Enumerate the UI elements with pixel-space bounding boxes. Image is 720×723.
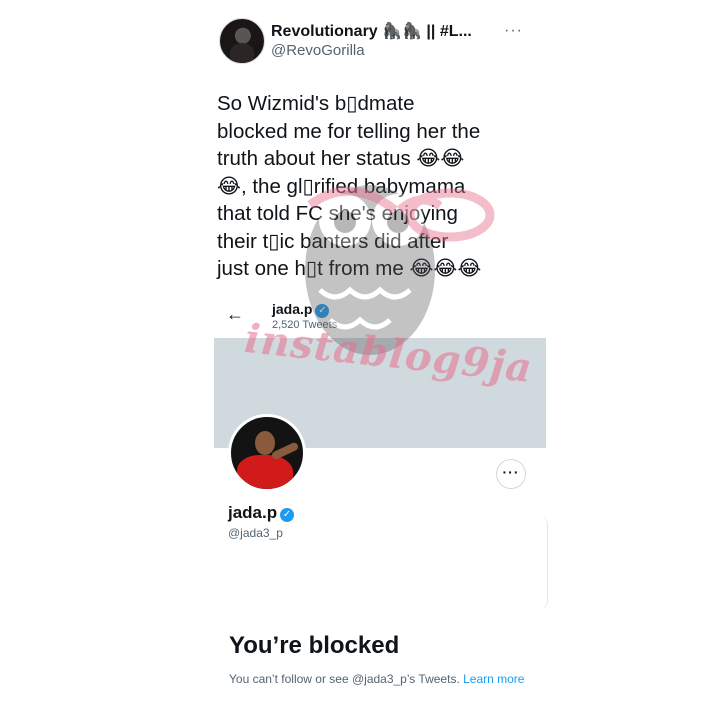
- screenshot-stage: Revolutionary 🦍🦍 || #L... @RevoGorilla ·…: [0, 0, 720, 723]
- profile-more-button[interactable]: ···: [496, 459, 526, 489]
- profile-display-name: jada.p ✓: [228, 503, 295, 523]
- topbar-name-text: jada.p: [272, 301, 313, 317]
- author-handle[interactable]: @RevoGorilla: [271, 42, 365, 59]
- tweet-text: So Wizmid's b▯dmate blocked me for telli…: [217, 92, 482, 280]
- blocked-description: You can’t follow or see @jada3_p’s Tweet…: [229, 671, 529, 688]
- tweet-count: 2,520 Tweets: [272, 319, 338, 331]
- verified-badge-icon: ✓: [315, 304, 330, 318]
- blocked-description-text: You can’t follow or see @jada3_p’s Tweet…: [229, 672, 464, 686]
- profile-topbar: ← jada.p ✓ 2,520 Tweets: [214, 297, 546, 337]
- blocked-title: You’re blocked: [229, 632, 400, 659]
- tweet-more-icon[interactable]: ···: [504, 22, 523, 40]
- back-arrow-icon[interactable]: ←: [226, 304, 244, 325]
- author-avatar[interactable]: [219, 18, 265, 64]
- scroll-edge: [537, 515, 548, 610]
- author-name[interactable]: Revolutionary 🦍🦍 || #L...: [271, 21, 472, 41]
- learn-more-link[interactable]: Learn more: [463, 672, 524, 686]
- tweet-header: Revolutionary 🦍🦍 || #L... @RevoGorilla ·…: [219, 18, 522, 66]
- profile-handle: @jada3_p: [228, 526, 283, 540]
- display-name-text: jada.p: [228, 503, 278, 522]
- profile-avatar[interactable]: [228, 414, 306, 492]
- topbar-profile-name: jada.p ✓: [272, 301, 330, 318]
- verified-badge-icon: ✓: [280, 508, 295, 522]
- avatar-figure: [237, 455, 293, 489]
